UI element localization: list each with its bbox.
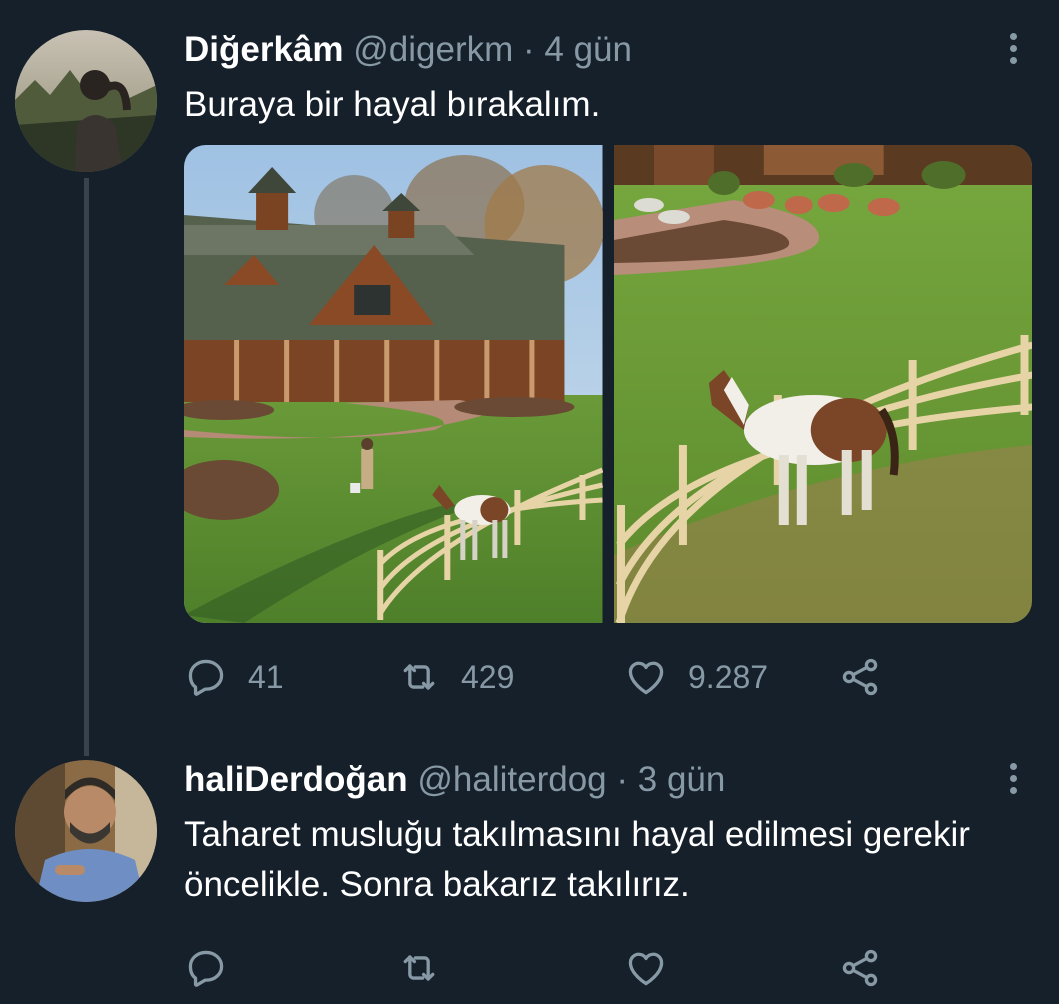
share-icon [842,949,878,987]
retweet-count: 429 [461,658,515,695]
handle[interactable]: @haliterdog [417,760,606,799]
timestamp[interactable]: 3 gün [638,760,726,799]
share-button[interactable] [838,938,882,998]
tweet-1[interactable]: Diğerkâm @digerkm · 4 gün Buraya bir hay… [0,0,1059,756]
tweet-text: Taharet musluğu takılmasını hayal edilme… [184,815,970,904]
tweet-header: Diğerkâm @digerkm · 4 gün [184,30,632,70]
separator: · [523,30,535,69]
heart-icon [628,661,664,695]
avatar[interactable] [15,30,157,172]
tweet-actions: 41 429 9.287 [184,647,944,707]
horse-fence-photo[interactable] [613,145,1032,623]
reply-icon [188,950,224,987]
handle[interactable]: @digerkm [353,30,513,69]
avatar[interactable] [15,760,157,902]
display-name[interactable]: haliDerdoğan [184,760,408,799]
tweet-header: haliDerdoğan @haliterdog · 3 gün [184,760,725,800]
timestamp[interactable]: 4 gün [544,30,632,69]
thread-line [84,178,89,756]
retweet-icon [403,664,435,690]
like-count: 9.287 [688,658,769,695]
retweet-icon [403,955,435,981]
media-grid [184,145,1032,623]
reply-icon [188,659,224,696]
tweet-text: Buraya bir hayal bırakalım. [184,85,601,124]
heart-icon [628,952,664,986]
barn-ranch-photo[interactable] [184,145,603,623]
retweet-button[interactable]: 429 [397,647,514,707]
reply-count: 41 [248,658,284,695]
display-name[interactable]: Diğerkâm [184,30,344,69]
reply-button[interactable]: 41 [184,647,284,707]
share-button[interactable] [838,647,882,707]
reply-button[interactable] [184,938,248,998]
tweet-actions [184,938,944,998]
retweet-button[interactable] [397,938,461,998]
more-vertical-icon[interactable] [1003,28,1023,68]
separator: · [616,760,629,799]
like-button[interactable]: 9.287 [624,647,768,707]
share-icon [842,658,878,696]
tweet-2[interactable]: haliDerdoğan @haliterdog · 3 gün Taharet… [0,740,1059,1004]
like-button[interactable] [624,938,688,998]
more-vertical-icon[interactable] [1003,758,1023,798]
